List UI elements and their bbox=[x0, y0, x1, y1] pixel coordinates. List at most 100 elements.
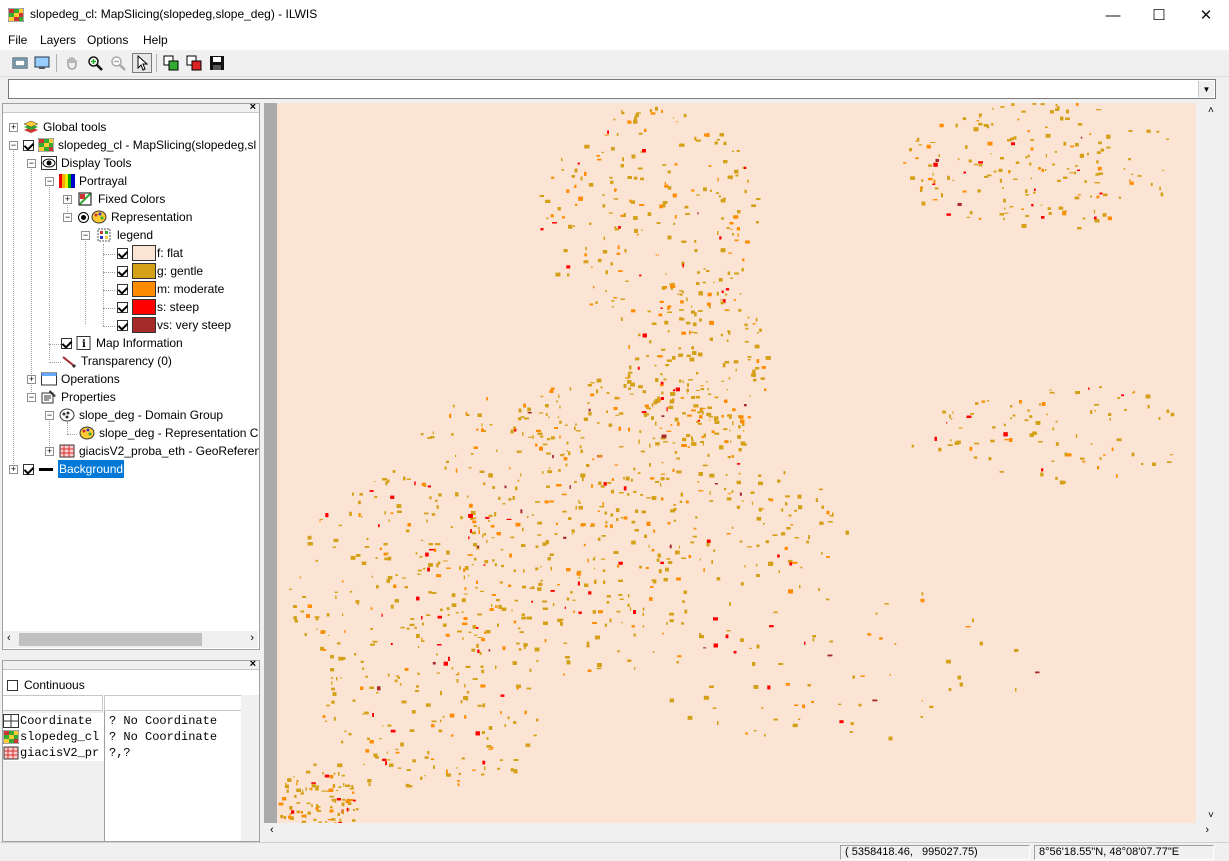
tree-item-representation-class[interactable]: slope_deg - Representation Cl bbox=[79, 424, 260, 442]
tree-item-representation[interactable]: Representation bbox=[78, 208, 192, 226]
close-icon[interactable]: × bbox=[250, 658, 256, 670]
menu-layers[interactable]: Layers bbox=[40, 33, 76, 47]
tree-item-fixed-colors[interactable]: Fixed Colors bbox=[78, 190, 165, 208]
tree-item-georeference[interactable]: giacisV2_proba_eth - GeoReferen bbox=[59, 442, 260, 460]
tree-item-display-tools[interactable]: Display Tools bbox=[41, 154, 131, 172]
legend-item-moderate[interactable]: m: moderate bbox=[117, 280, 224, 298]
zoom-in-icon[interactable] bbox=[85, 53, 105, 73]
tree-line bbox=[103, 244, 104, 326]
slope-class-raster bbox=[277, 103, 1196, 823]
scroll-right-icon[interactable]: › bbox=[1205, 824, 1209, 836]
maximize-button[interactable]: ☐ bbox=[1136, 0, 1182, 30]
legend-item-checkbox[interactable] bbox=[117, 248, 128, 259]
tree-item-operations[interactable]: Operations bbox=[41, 370, 120, 388]
properties-icon bbox=[41, 390, 57, 404]
legend-item-very-steep[interactable]: vs: very steep bbox=[117, 316, 231, 334]
expand-toggle[interactable]: + bbox=[27, 375, 36, 384]
background-checkbox[interactable] bbox=[23, 464, 34, 475]
legend-swatch-moderate bbox=[132, 281, 156, 297]
print-icon[interactable] bbox=[184, 53, 204, 73]
scroll-up-icon[interactable]: ˄ bbox=[1208, 105, 1214, 116]
info-row-value: ?,? bbox=[109, 746, 131, 760]
info-row-name: giacisV2_pr bbox=[20, 746, 99, 760]
layer-visibility-checkbox[interactable] bbox=[23, 140, 34, 151]
collapse-toggle[interactable]: − bbox=[45, 411, 54, 420]
radio-selected-icon[interactable] bbox=[78, 212, 89, 223]
continuous-checkbox[interactable] bbox=[7, 680, 18, 691]
legend-swatch-very-steep bbox=[132, 317, 156, 333]
info-row[interactable]: giacisV2_pr bbox=[3, 745, 104, 761]
layer-tree-horizontal-scrollbar[interactable]: ‹ › bbox=[3, 631, 258, 648]
select-pointer-icon[interactable] bbox=[132, 53, 152, 73]
zoom-out-icon[interactable] bbox=[108, 53, 128, 73]
tree-label: slope_deg - Representation Cl bbox=[99, 424, 260, 442]
tree-item-map-information[interactable]: i Map Information bbox=[61, 334, 183, 352]
display-tools-icon bbox=[41, 156, 57, 170]
close-icon[interactable]: × bbox=[250, 103, 256, 113]
copy-icon[interactable] bbox=[161, 53, 181, 73]
legend-item-label: vs: very steep bbox=[157, 316, 231, 334]
command-line-input[interactable]: ▼ bbox=[8, 79, 1216, 99]
tree-item-map-layer[interactable]: slopedeg_cl - MapSlicing(slopedeg,sl bbox=[23, 136, 256, 154]
menu-help[interactable]: Help bbox=[143, 33, 168, 47]
info-row[interactable]: Coordinate bbox=[3, 713, 104, 729]
collapse-toggle[interactable]: − bbox=[27, 393, 36, 402]
close-button[interactable]: ✕ bbox=[1183, 0, 1229, 30]
menu-options[interactable]: Options bbox=[87, 33, 128, 47]
tree-item-portrayal[interactable]: Portrayal bbox=[59, 172, 127, 190]
expand-toggle[interactable]: + bbox=[63, 195, 72, 204]
collapse-toggle[interactable]: − bbox=[81, 231, 90, 240]
entire-map-icon[interactable] bbox=[10, 53, 30, 73]
legend-item-checkbox[interactable] bbox=[117, 284, 128, 295]
legend-item-checkbox[interactable] bbox=[117, 320, 128, 331]
collapse-toggle[interactable]: − bbox=[9, 141, 18, 150]
info-row-name: slopedeg_cl bbox=[20, 730, 99, 744]
collapse-toggle[interactable]: − bbox=[27, 159, 36, 168]
scroll-down-icon[interactable]: ˅ bbox=[1208, 810, 1214, 821]
expand-toggle[interactable]: + bbox=[9, 465, 18, 474]
tree-item-background[interactable]: Background bbox=[23, 460, 124, 478]
legend-item-gentle[interactable]: g: gentle bbox=[117, 262, 203, 280]
scrollbar-thumb[interactable] bbox=[19, 633, 202, 646]
legend-item-label: g: gentle bbox=[157, 262, 203, 280]
legend-item-checkbox[interactable] bbox=[117, 302, 128, 313]
domain-group-icon bbox=[59, 408, 75, 422]
tree-line bbox=[103, 254, 115, 255]
legend-swatch-steep bbox=[132, 299, 156, 315]
map-horizontal-scrollbar[interactable]: ‹ › bbox=[264, 823, 1229, 841]
legend-swatch-flat bbox=[132, 245, 156, 261]
scroll-right-icon[interactable]: › bbox=[250, 632, 254, 644]
operations-window-icon bbox=[41, 372, 57, 386]
tree-item-transparency[interactable]: Transparency (0) bbox=[61, 352, 172, 370]
map-vertical-scrollbar[interactable]: ˄ ˅ bbox=[1196, 103, 1229, 823]
continuous-toggle[interactable]: Continuous bbox=[7, 678, 85, 692]
expand-toggle[interactable]: + bbox=[9, 123, 18, 132]
collapse-toggle[interactable]: − bbox=[45, 177, 54, 186]
representation-palette-icon bbox=[91, 210, 107, 224]
legend-item-steep[interactable]: s: steep bbox=[117, 298, 199, 316]
legend-item-flat[interactable]: f: flat bbox=[117, 244, 183, 262]
legend-item-checkbox[interactable] bbox=[117, 266, 128, 277]
scroll-left-icon[interactable]: ‹ bbox=[270, 824, 274, 836]
minimize-button[interactable]: — bbox=[1090, 0, 1136, 30]
info-header-name bbox=[3, 695, 103, 711]
terrain-texture bbox=[279, 103, 1196, 823]
menu-file[interactable]: File bbox=[8, 33, 27, 47]
tree-item-legend[interactable]: legend bbox=[97, 226, 153, 244]
info-row[interactable]: slopedeg_cl bbox=[3, 729, 104, 745]
tree-item-global-tools[interactable]: Global tools bbox=[23, 118, 106, 136]
map-information-checkbox[interactable] bbox=[61, 338, 72, 349]
expand-toggle[interactable]: + bbox=[45, 447, 54, 456]
redraw-icon[interactable] bbox=[32, 53, 52, 73]
chevron-down-icon[interactable]: ▼ bbox=[1198, 81, 1214, 97]
scroll-left-icon[interactable]: ‹ bbox=[7, 632, 11, 644]
slope-map-canvas[interactable] bbox=[277, 103, 1196, 823]
raster-map-icon bbox=[38, 138, 54, 152]
tree-line bbox=[103, 272, 115, 273]
panel-header: × bbox=[3, 104, 259, 113]
tree-item-properties[interactable]: Properties bbox=[41, 388, 116, 406]
collapse-toggle[interactable]: − bbox=[63, 213, 72, 222]
tree-item-domain-group[interactable]: slope_deg - Domain Group bbox=[59, 406, 223, 424]
pan-hand-icon[interactable] bbox=[62, 53, 82, 73]
save-icon[interactable] bbox=[207, 53, 227, 73]
